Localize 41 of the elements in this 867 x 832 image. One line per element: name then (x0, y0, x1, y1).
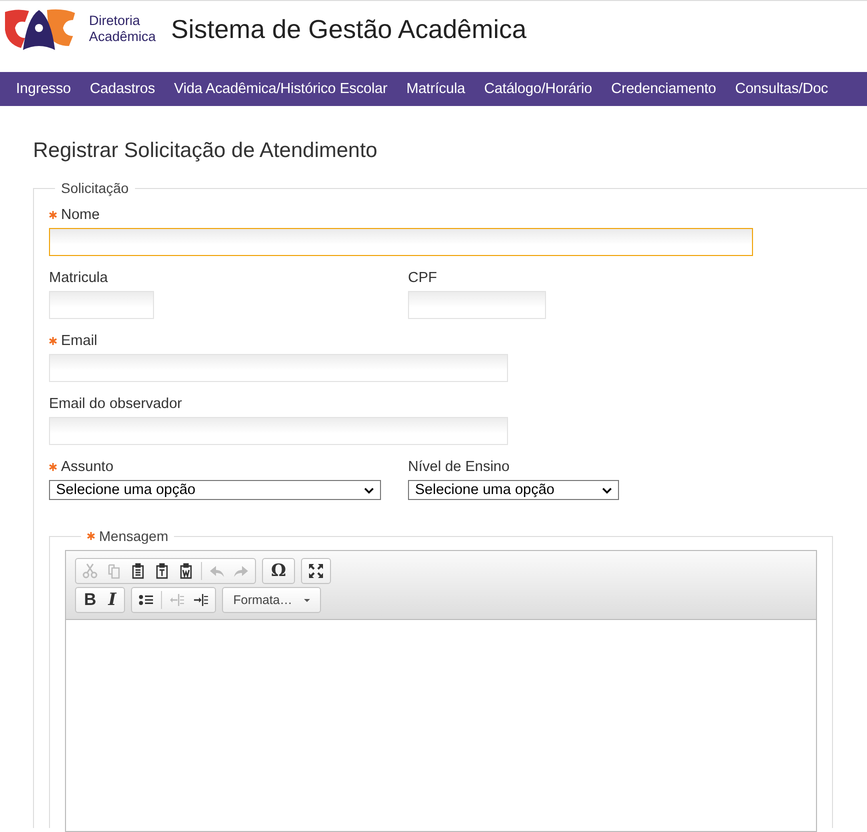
outdent-icon (169, 592, 186, 608)
nav-item[interactable]: Matrícula (406, 81, 466, 97)
chevron-down-icon (602, 486, 612, 494)
section-legend: Solicitação (55, 180, 135, 196)
page-title: Registrar Solicitação de Atendimento (33, 139, 378, 163)
paste-word-icon (178, 563, 194, 579)
select-field[interactable]: Selecione uma opção (408, 480, 619, 500)
app-title: Sistema de Gestão Acadêmica (171, 14, 527, 44)
caret-icon (304, 598, 310, 602)
bold-button[interactable]: B (78, 589, 102, 611)
paste-text-icon (154, 563, 170, 579)
input-field[interactable] (49, 228, 753, 256)
nav-item[interactable]: Cadastros (90, 81, 156, 97)
nav-item[interactable]: Vida Acadêmica/Histórico Escolar (174, 81, 388, 97)
copy-icon (106, 563, 122, 579)
indent-icon (193, 592, 210, 608)
field-label: Nome (61, 207, 100, 223)
paste-icon (130, 563, 146, 579)
special-char-button[interactable]: Ω (265, 560, 292, 582)
format-dropdown[interactable]: Formata… (225, 589, 318, 611)
field-label: Assunto (61, 459, 114, 475)
section-legend: Mensagem (99, 528, 168, 544)
field-label: Matricula (49, 270, 108, 286)
undo-icon (209, 563, 225, 579)
scissors-icon (82, 563, 98, 579)
field-label: Email (61, 333, 98, 349)
bullet-list-icon (138, 592, 154, 608)
org-name: Diretoria Acadêmica (89, 13, 157, 45)
redo-icon (233, 563, 249, 579)
nav-item[interactable]: Catálogo/Horário (484, 81, 592, 97)
nav-item[interactable]: Consultas/Doc (735, 81, 828, 97)
maximize-icon (308, 563, 324, 579)
nav-item[interactable]: Credenciamento (611, 81, 716, 97)
select-field[interactable]: Selecione uma opção (49, 480, 381, 500)
italic-button[interactable]: I (102, 589, 122, 611)
logo-icon (3, 8, 75, 50)
field-label: Email do observador (49, 396, 182, 412)
field-label: Nível de Ensino (408, 459, 510, 475)
chevron-down-icon (364, 486, 374, 494)
field-label: CPF (408, 270, 437, 286)
nav-item[interactable]: Ingresso (16, 81, 71, 97)
